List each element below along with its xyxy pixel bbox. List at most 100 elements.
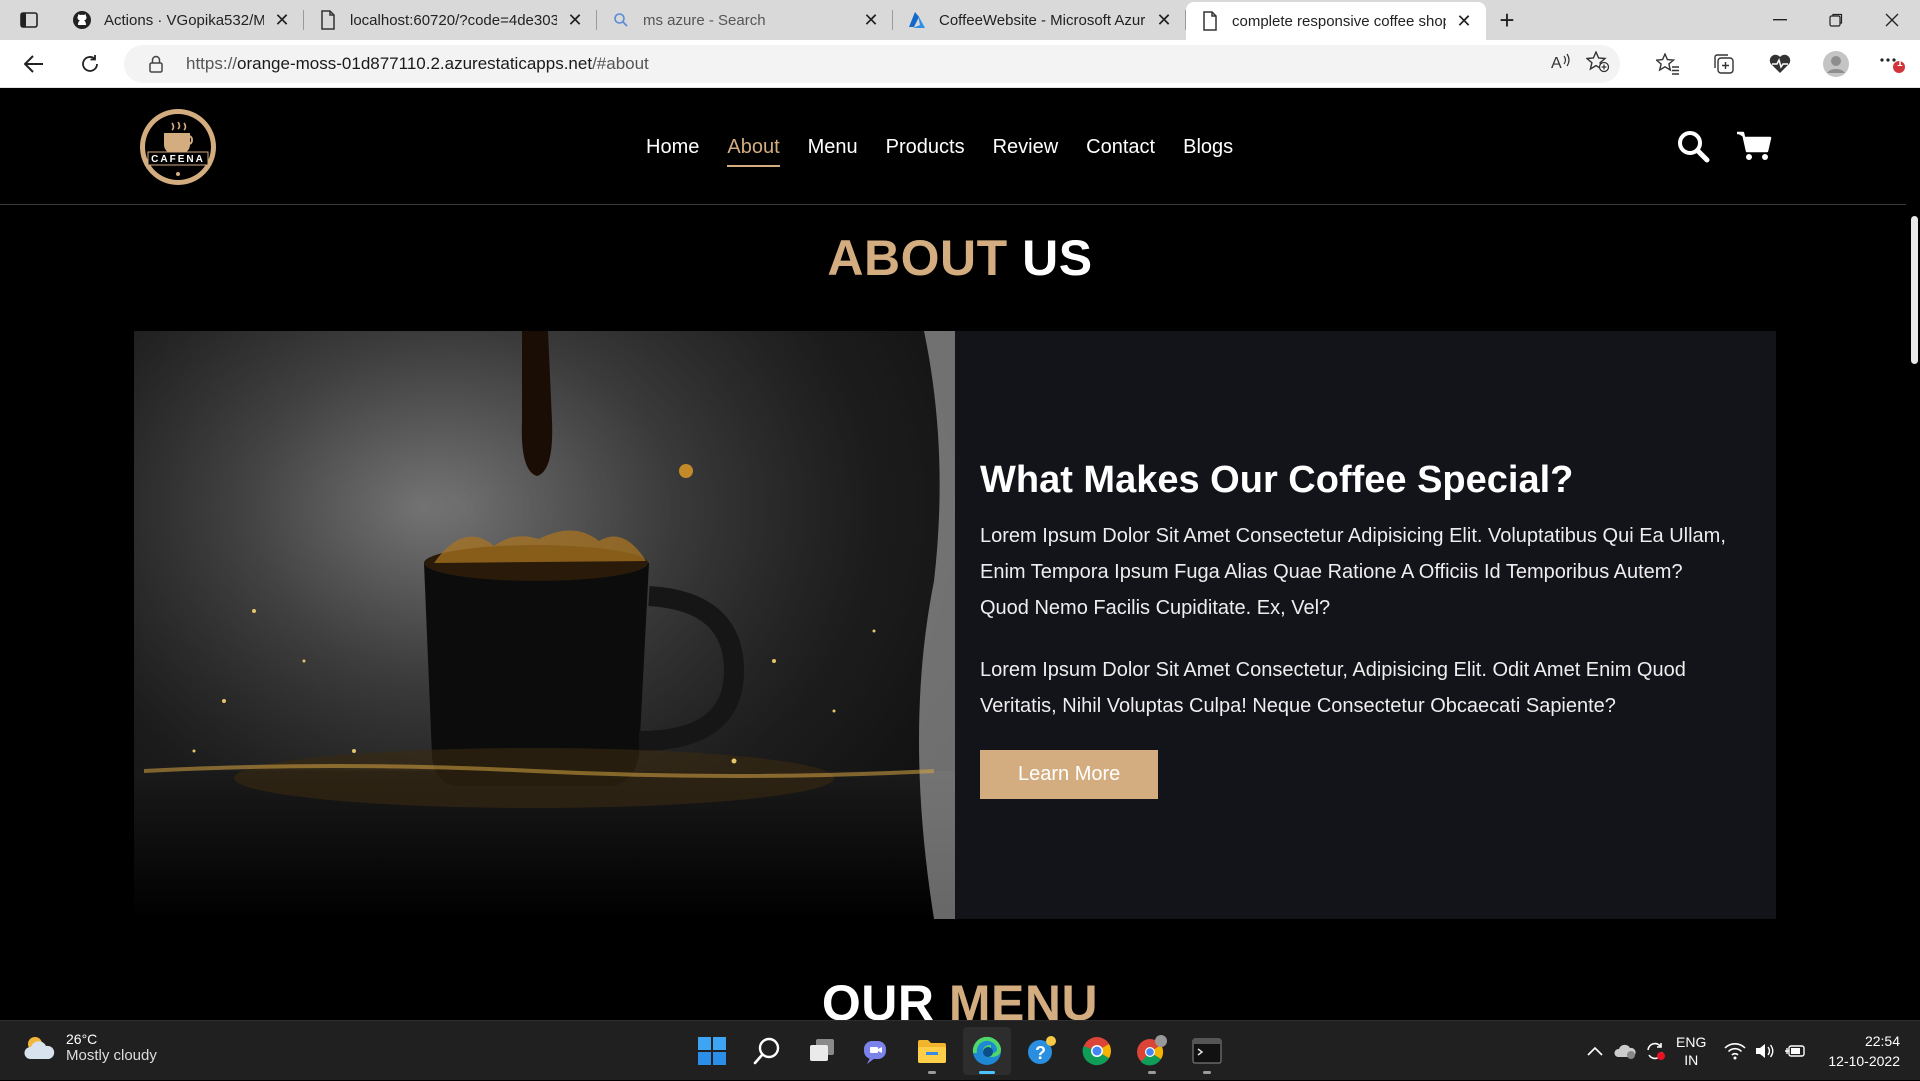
close-tab-icon[interactable]: ✕: [565, 10, 585, 30]
browser-tools: 1: [1640, 40, 1920, 88]
teams-chat-button[interactable]: [853, 1027, 901, 1075]
browser-essentials-button[interactable]: [1752, 40, 1808, 88]
chevron-up-icon[interactable]: [1580, 1046, 1610, 1056]
language-indicator[interactable]: ENG IN: [1676, 1033, 1706, 1069]
minimize-button[interactable]: [1752, 0, 1808, 40]
help-app-icon: ?: [1028, 1036, 1056, 1064]
terminal-button[interactable]: [1183, 1027, 1231, 1075]
restore-icon: [1829, 13, 1843, 27]
terminal-icon: [1192, 1038, 1222, 1064]
svg-text:?: ?: [1035, 1043, 1046, 1063]
nav-link-about[interactable]: About: [727, 136, 780, 167]
start-button[interactable]: [688, 1027, 736, 1075]
edge-browser-button[interactable]: [963, 1027, 1011, 1075]
chrome-profile-icon: [1137, 1035, 1167, 1066]
nav-link-review[interactable]: Review: [993, 136, 1059, 167]
volume-icon[interactable]: [1750, 1042, 1780, 1060]
svg-text:A: A: [1551, 55, 1562, 72]
page-scrollbar[interactable]: [1911, 216, 1918, 364]
back-arrow-icon: [24, 54, 43, 73]
logo-text: CAFENA: [151, 154, 205, 165]
chrome-button[interactable]: [1073, 1027, 1121, 1075]
nav-link-menu[interactable]: Menu: [808, 136, 858, 167]
coffee-cup-image: [134, 331, 955, 919]
about-heading: What Makes Our Coffee Special?: [980, 459, 1574, 501]
read-aloud-icon[interactable]: A: [1550, 52, 1572, 77]
web-page: CAFENA Home About Menu Products Review C…: [0, 89, 1920, 1020]
chrome-profile-button[interactable]: [1128, 1027, 1176, 1075]
learn-more-button[interactable]: Learn More: [980, 750, 1159, 799]
reload-button[interactable]: [62, 40, 118, 88]
settings-more-button[interactable]: 1: [1864, 40, 1920, 88]
running-indicator: [928, 1071, 936, 1074]
lock-icon[interactable]: [136, 55, 176, 73]
back-button[interactable]: [6, 40, 62, 88]
wifi-icon[interactable]: [1720, 1042, 1750, 1060]
tab-coffee-shop-active[interactable]: complete responsive coffee shop ✕: [1186, 2, 1486, 40]
tab-title: localhost:60720/?code=4de3039: [350, 11, 557, 29]
new-tab-button[interactable]: +: [1486, 0, 1528, 40]
add-favorite-icon[interactable]: [1585, 49, 1610, 78]
chrome-icon: [1082, 1037, 1111, 1066]
tab-azure-portal[interactable]: CoffeeWebsite - Microsoft Azure ✕: [893, 0, 1186, 40]
file-explorer-button[interactable]: [908, 1027, 956, 1075]
sync-icon[interactable]: [1640, 1041, 1670, 1061]
url-text[interactable]: https://orange-moss-01d877110.2.azuresta…: [186, 54, 649, 74]
address-bar[interactable]: https://orange-moss-01d877110.2.azuresta…: [124, 45, 1620, 83]
about-paragraph: Lorem Ipsum Dolor Sit Amet Consectetur A…: [980, 525, 1726, 619]
menu-section-title: OUR MENU: [0, 974, 1920, 1020]
skype-button[interactable]: ?: [1018, 1027, 1066, 1075]
tab-actions-icon: [20, 12, 38, 28]
close-tab-icon[interactable]: ✕: [861, 10, 881, 30]
taskbar-search-button[interactable]: [743, 1027, 791, 1075]
windows-logo-icon: [698, 1037, 726, 1065]
tab-title: ms azure - Search: [643, 11, 766, 29]
tab-localhost[interactable]: localhost:60720/?code=4de3039 ✕: [304, 0, 597, 40]
nav-link-blogs[interactable]: Blogs: [1183, 136, 1233, 167]
avatar: [1823, 51, 1849, 77]
tab-actions-button[interactable]: [0, 0, 58, 40]
close-window-button[interactable]: [1864, 0, 1920, 40]
favorites-button[interactable]: [1640, 40, 1696, 88]
restore-button[interactable]: [1808, 0, 1864, 40]
task-view-icon: [810, 1039, 834, 1061]
nav-link-contact[interactable]: Contact: [1086, 136, 1155, 167]
language-code: ENG: [1676, 1034, 1707, 1050]
tab-bing-search[interactable]: ms azure - Search ✕: [597, 0, 893, 40]
tab-github-actions[interactable]: Actions · VGopika532/Microsoft- ✕: [58, 0, 304, 40]
collections-button[interactable]: [1696, 40, 1752, 88]
search-icon[interactable]: [1676, 129, 1710, 168]
clock[interactable]: 22:54 12-10-2022: [1828, 1031, 1900, 1071]
collections-icon: [1714, 54, 1734, 74]
nav-link-products[interactable]: Products: [886, 136, 965, 167]
url-host: orange-moss-01d877110.2.azurestaticapps.…: [237, 54, 593, 73]
windows-taskbar: 26°C Mostly cloudy ? ENG IN 22:54 12-10-…: [0, 1020, 1920, 1080]
taskbar-apps: ?: [688, 1027, 1231, 1075]
azure-icon: [907, 10, 927, 30]
close-tab-icon[interactable]: ✕: [272, 10, 292, 30]
cafena-logo[interactable]: CAFENA: [132, 107, 224, 187]
nav-link-home[interactable]: Home: [646, 136, 699, 167]
url-path: /#about: [592, 54, 649, 73]
system-tray: ENG IN 22:54 12-10-2022: [1580, 1021, 1900, 1081]
weather-widget[interactable]: 26°C Mostly cloudy: [22, 1031, 157, 1064]
title-accent-word: ABOUT: [827, 230, 1008, 286]
url-scheme: https://: [186, 54, 238, 73]
close-tab-icon[interactable]: ✕: [1454, 11, 1474, 31]
battery-icon[interactable]: [1780, 1043, 1810, 1059]
cart-icon[interactable]: [1736, 130, 1772, 167]
tab-title: Actions · VGopika532/Microsoft-: [104, 11, 264, 29]
folder-icon: [918, 1040, 946, 1063]
about-paragraph: Lorem Ipsum Dolor Sit Amet Consectetur, …: [980, 659, 1686, 717]
running-indicator: [1203, 1071, 1211, 1074]
minimize-icon: [1773, 19, 1787, 21]
task-view-button[interactable]: [798, 1027, 846, 1075]
chat-icon: [864, 1041, 886, 1064]
title-word: OUR: [821, 975, 935, 1020]
onedrive-cloud-icon[interactable]: [1610, 1043, 1640, 1059]
profile-button[interactable]: [1808, 40, 1864, 88]
date-text: 12-10-2022: [1828, 1053, 1900, 1069]
about-card: What Makes Our Coffee Special? Lorem Ips…: [134, 331, 1776, 919]
cloudy-weather-icon: [24, 1036, 55, 1059]
close-tab-icon[interactable]: ✕: [1154, 10, 1174, 30]
